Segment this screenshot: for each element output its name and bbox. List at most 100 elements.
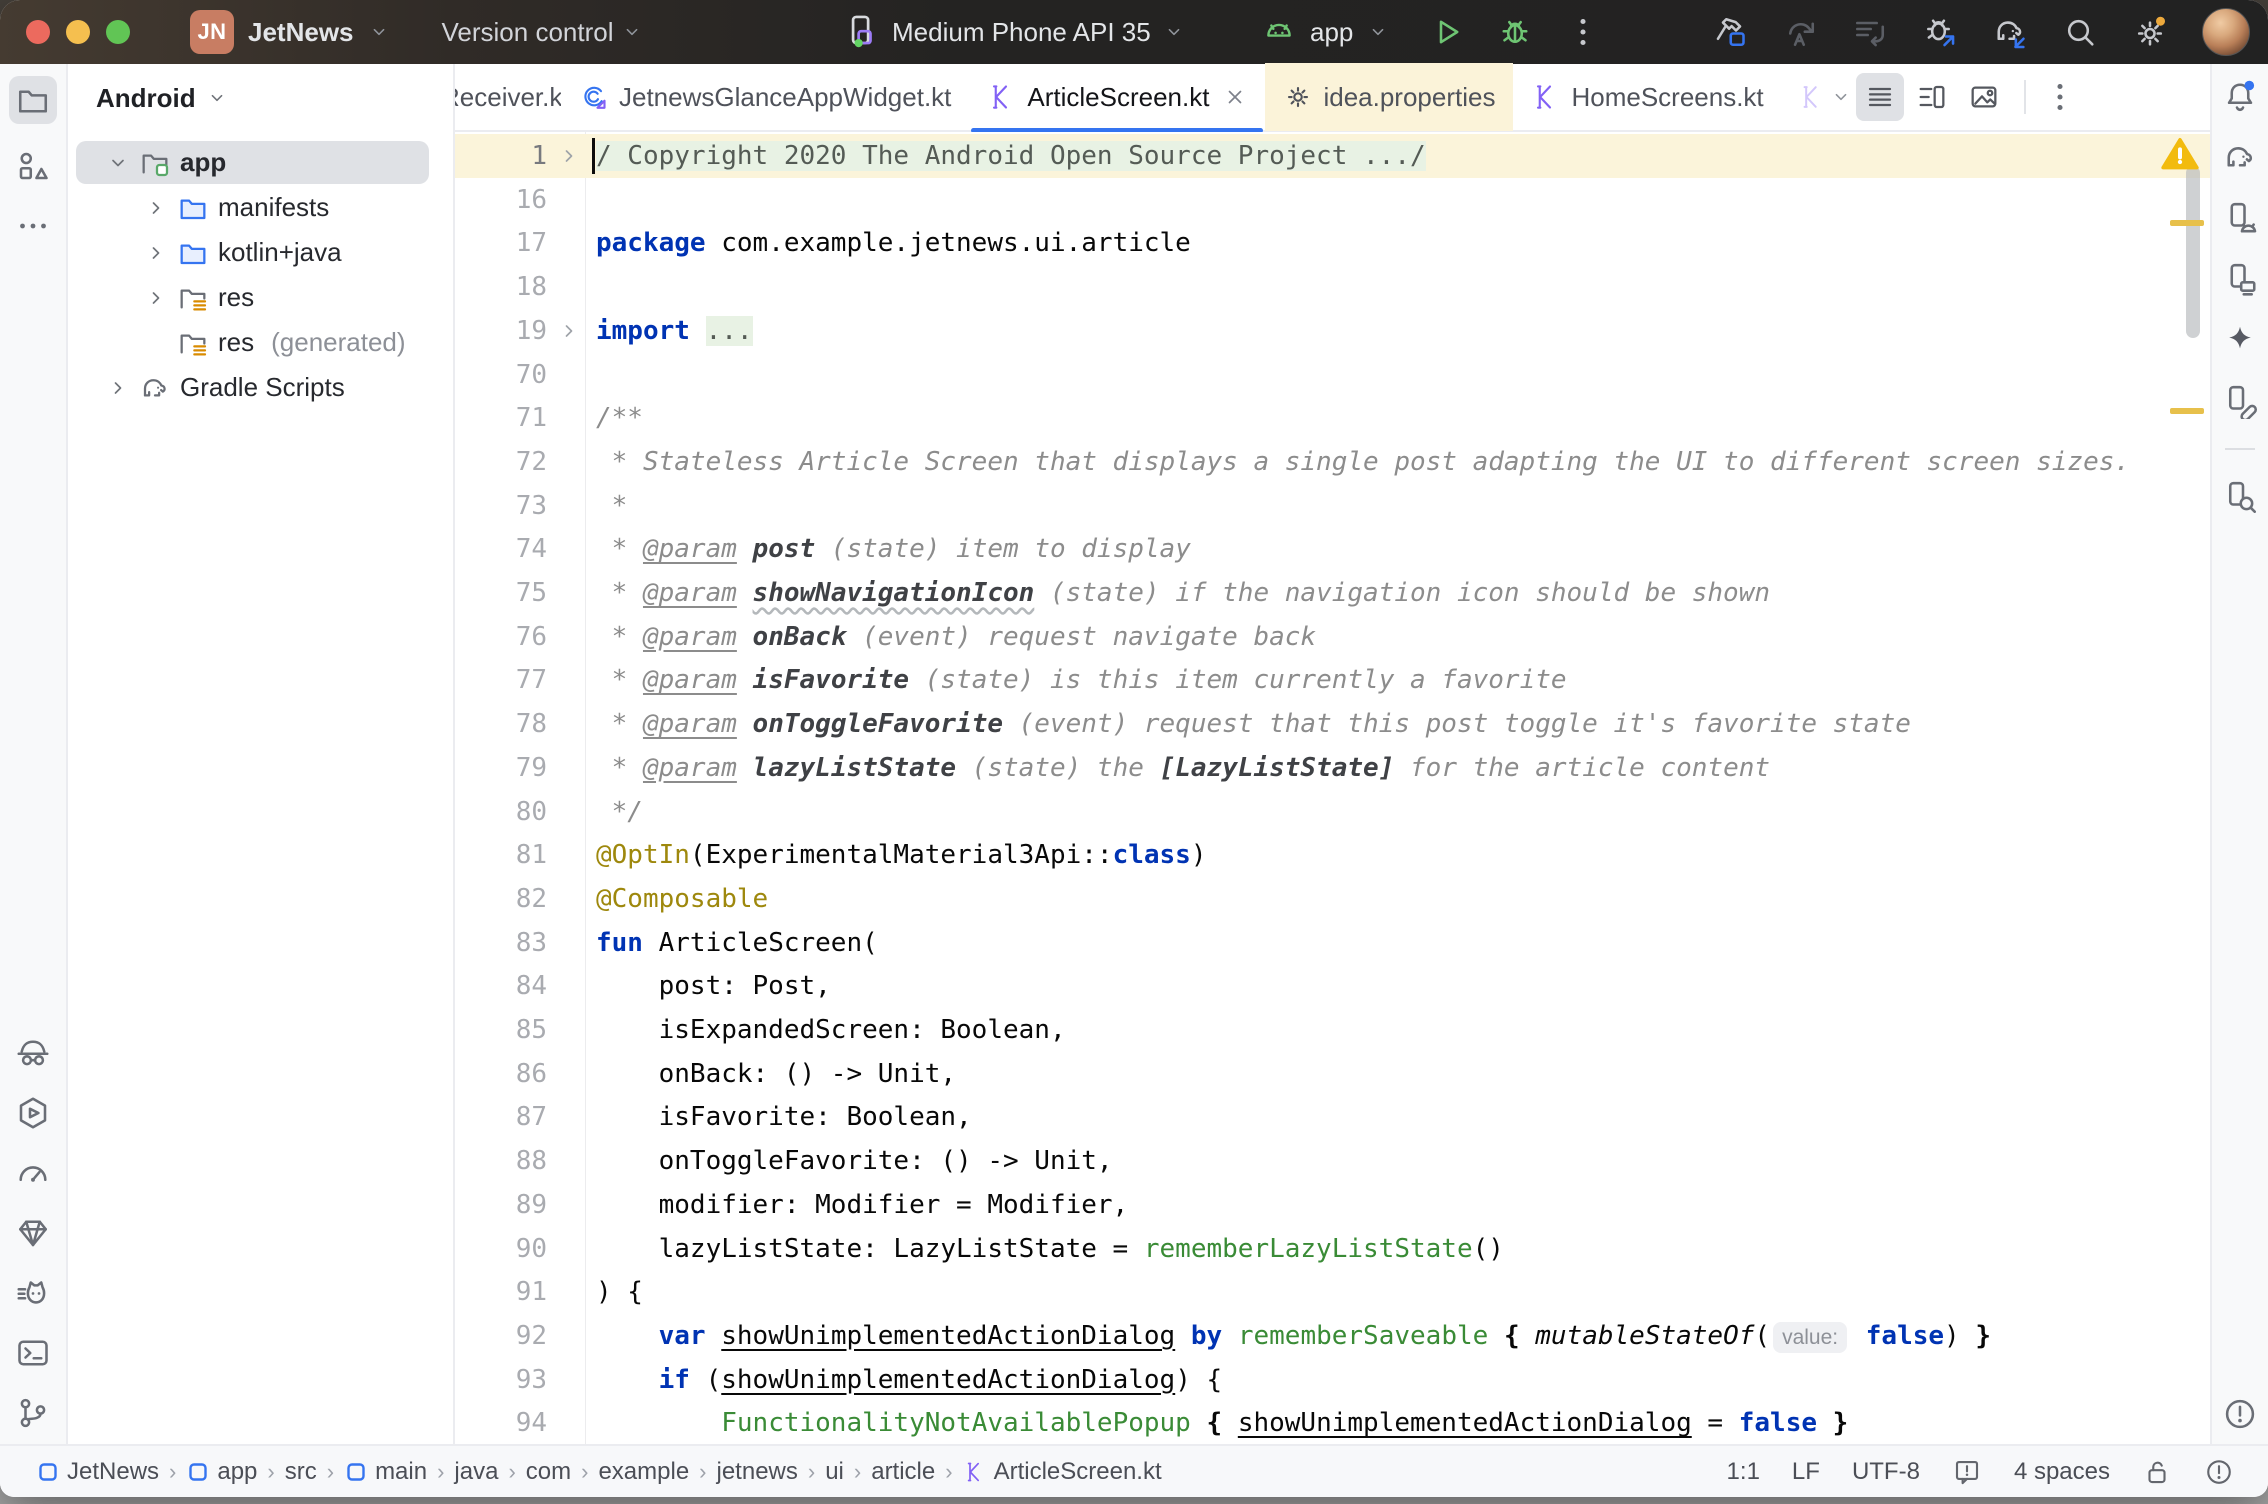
breadcrumb-item-jetnews[interactable]: JetNews <box>36 1458 159 1486</box>
code-editor[interactable]: 1/ Copyright 2020 The Android Open Sourc… <box>455 132 2210 1444</box>
git-branch-icon[interactable] <box>15 1395 51 1431</box>
elephant-icon <box>139 372 171 404</box>
version-control-label: Version control <box>442 17 614 48</box>
list-view-button[interactable] <box>1856 73 1904 121</box>
more-tool-windows-icon[interactable] <box>15 208 51 244</box>
device-selector[interactable]: Medium Phone API 35 <box>842 13 1185 51</box>
tree-item-gradle-scripts[interactable]: Gradle Scripts <box>68 365 453 410</box>
chevron-right-icon[interactable] <box>144 196 168 220</box>
running-devices-icon[interactable] <box>2222 261 2258 297</box>
editor-tab-receiver-kt[interactable]: Receiver.kt <box>455 63 561 131</box>
split-view-button[interactable] <box>1908 73 1956 121</box>
highlight-level-icon[interactable] <box>2204 1457 2234 1487</box>
tree-item-res[interactable]: res <box>68 275 453 320</box>
settings-gear-icon[interactable] <box>2132 14 2168 50</box>
debug-button[interactable] <box>1497 14 1533 50</box>
gemini-sparkle-icon[interactable] <box>2222 322 2258 358</box>
hidden-tabs-dropdown-icon[interactable] <box>1830 86 1852 108</box>
editor-tab-idea-properties[interactable]: idea.properties <box>1265 63 1513 131</box>
hexagon-play-icon[interactable] <box>15 1095 51 1131</box>
unlock-icon[interactable] <box>2142 1457 2172 1487</box>
line-number: 85 <box>455 1008 547 1052</box>
editor-scrollbar[interactable] <box>2186 166 2200 338</box>
editor-tab-articlescreen-kt[interactable]: ArticleScreen.kt <box>969 63 1265 131</box>
user-avatar[interactable] <box>2202 8 2250 56</box>
code-line-75: * @param showNavigationIcon (state) if t… <box>596 571 1770 615</box>
problems-icon[interactable] <box>2222 1396 2258 1432</box>
breadcrumb-item-main[interactable]: main <box>344 1458 427 1486</box>
close-tab-icon[interactable] <box>1223 85 1247 109</box>
fold-marker-icon[interactable] <box>557 319 581 343</box>
indent-config[interactable]: 4 spaces <box>2014 1458 2110 1486</box>
breadcrumb-label: java <box>454 1458 498 1486</box>
resource-manager-icon[interactable] <box>15 148 51 184</box>
inspections-warning-icon[interactable] <box>2159 134 2201 174</box>
build-hammer-icon[interactable] <box>1712 14 1748 50</box>
device-explorer-icon[interactable] <box>2222 383 2258 419</box>
kotlin-file-icon <box>963 1460 987 1484</box>
breadcrumb-item-java[interactable]: java <box>454 1458 498 1486</box>
profiler-gauge-icon[interactable] <box>15 1155 51 1191</box>
apk-analyzer-icon[interactable] <box>2222 479 2258 515</box>
breadcrumb-item-example[interactable]: example <box>598 1458 689 1486</box>
more-actions-icon[interactable] <box>1565 14 1601 50</box>
chevron-down-icon[interactable] <box>1367 21 1389 43</box>
breadcrumb-item-jetnews[interactable]: jetnews <box>717 1458 798 1486</box>
logcat-cat-icon[interactable] <box>15 1275 51 1311</box>
rerun-tests-icon[interactable] <box>1782 14 1818 50</box>
rollback-icon[interactable] <box>1852 14 1888 50</box>
close-window-button[interactable] <box>26 20 50 44</box>
tree-item-res[interactable]: res(generated) <box>68 320 453 365</box>
code-line-92: var showUnimplementedActionDialog by rem… <box>596 1314 1991 1358</box>
warning-stripe-mark[interactable] <box>2170 408 2204 414</box>
app-inspection-icon[interactable] <box>15 1035 51 1071</box>
tree-item-label: app <box>180 147 226 178</box>
project-folder-icon[interactable] <box>9 76 57 124</box>
editor-tab-homescreens-kt[interactable]: HomeScreens.kt <box>1513 63 1781 131</box>
editor-tab-jetnewsglanceappwidget-kt[interactable]: JetnewsGlanceAppWidget.kt <box>561 63 969 131</box>
breadcrumb-item-article[interactable]: article <box>871 1458 935 1486</box>
preview-view-button[interactable] <box>1960 73 2008 121</box>
device-selector-label: Medium Phone API 35 <box>892 17 1151 48</box>
tree-item-kotlin-java[interactable]: kotlin+java <box>68 230 453 275</box>
code-line-80: */ <box>596 790 643 834</box>
gem-icon[interactable] <box>15 1215 51 1251</box>
breadcrumb-item-ui[interactable]: ui <box>825 1458 844 1486</box>
code-line-93: if (showUnimplementedActionDialog) { <box>596 1358 1222 1402</box>
chevron-right-icon[interactable] <box>106 376 130 400</box>
run-configuration-label[interactable]: app <box>1310 17 1353 48</box>
tree-item-manifests[interactable]: manifests <box>68 185 453 230</box>
search-everywhere-icon[interactable] <box>2062 14 2098 50</box>
minimize-window-button[interactable] <box>66 20 90 44</box>
project-widget[interactable]: JN JetNews <box>190 10 390 54</box>
caret-position[interactable]: 1:1 <box>1727 1458 1760 1486</box>
fold-marker-icon[interactable] <box>557 144 581 168</box>
tab-bar-more-icon[interactable] <box>2042 79 2078 115</box>
inspection-notification-icon[interactable] <box>1952 1457 1982 1487</box>
zoom-window-button[interactable] <box>106 20 130 44</box>
tree-item-app[interactable]: app <box>68 140 453 185</box>
title-bar: JN JetNews Version control Medium Phone … <box>0 0 2268 64</box>
breadcrumb-item-app[interactable]: app <box>186 1458 257 1486</box>
terminal-icon[interactable] <box>15 1335 51 1371</box>
version-control-widget[interactable]: Version control <box>442 17 644 48</box>
gradle-sync-icon[interactable] <box>1992 14 2028 50</box>
line-number: 89 <box>455 1183 547 1227</box>
breadcrumb-item-articlescreen-kt[interactable]: ArticleScreen.kt <box>963 1458 1162 1486</box>
run-button[interactable] <box>1429 14 1465 50</box>
line-separator[interactable]: LF <box>1792 1458 1820 1486</box>
code-line-19: import ... <box>596 309 753 353</box>
attach-debugger-icon[interactable] <box>1922 14 1958 50</box>
text-caret <box>592 138 595 174</box>
breadcrumb-item-src[interactable]: src <box>285 1458 317 1486</box>
device-manager-icon[interactable] <box>2222 200 2258 236</box>
file-encoding[interactable]: UTF-8 <box>1852 1458 1920 1486</box>
warning-stripe-mark[interactable] <box>2170 220 2204 226</box>
chevron-right-icon[interactable] <box>144 286 168 310</box>
breadcrumb-item-com[interactable]: com <box>526 1458 571 1486</box>
notifications-bell-icon[interactable] <box>2222 78 2258 114</box>
project-view-selector[interactable]: Android <box>68 64 453 132</box>
chevron-right-icon[interactable] <box>144 241 168 265</box>
chevron-down-icon[interactable] <box>106 151 130 175</box>
gradle-elephant-icon[interactable] <box>2222 139 2258 175</box>
